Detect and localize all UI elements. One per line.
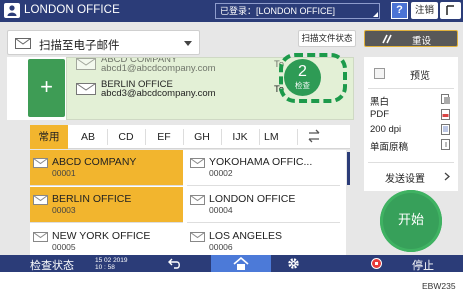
- tab-lm[interactable]: LM: [260, 125, 280, 149]
- destination-count: 2: [298, 63, 307, 80]
- address-name: NEW YORK OFFICE: [52, 230, 151, 242]
- check-status-button[interactable]: 检查状态: [30, 257, 74, 273]
- tab-ab[interactable]: AB: [70, 125, 106, 149]
- home-button[interactable]: [211, 255, 271, 272]
- top-bar: LONDON OFFICE 已登录：[LONDON OFFICE] ? 注销: [0, 0, 463, 22]
- destination-row[interactable]: ABCD COMPANY abcd1@abcdcompany.com To: [67, 58, 297, 74]
- date: 15 02 2019: [95, 257, 128, 264]
- figure-caption: EBW235: [422, 281, 456, 291]
- send-type-label: 扫描至电子邮件: [39, 40, 120, 52]
- gear-icon[interactable]: [287, 257, 300, 270]
- tab-ijk[interactable]: IJK: [222, 125, 258, 149]
- home-icon: [233, 257, 249, 270]
- office-title: LONDON OFFICE: [24, 4, 120, 16]
- address-number: 00003: [52, 205, 76, 215]
- stop-icon[interactable]: [371, 258, 382, 269]
- mail-icon: [190, 195, 205, 205]
- address-entry-yokohama-office[interactable]: YOKOHAMA OFFIC... 00002: [187, 150, 340, 186]
- setting-label: 单面原稿: [370, 142, 409, 153]
- original-type-setting[interactable]: 单面原稿: [370, 138, 454, 153]
- destination-email: abcd3@abcdcompany.com: [101, 88, 216, 99]
- chevron-down-icon: [184, 41, 192, 46]
- address-number: 00001: [52, 168, 76, 178]
- tab-divider: [297, 129, 298, 145]
- address-book-grid: ABCD COMPANY 00001 YOKOHAMA OFFIC... 000…: [30, 150, 346, 258]
- scanner-screen: LONDON OFFICE 已登录：[LONDON OFFICE] ? 注销 扫…: [0, 0, 463, 272]
- chevron-right-icon: [444, 172, 450, 181]
- mail-icon: [76, 83, 96, 95]
- address-name: YOKOHAMA OFFIC...: [209, 156, 313, 168]
- setting-label: PDF: [370, 109, 389, 120]
- address-name: ABCD COMPANY: [52, 156, 137, 168]
- user-icon[interactable]: [4, 3, 20, 18]
- preview-checkbox[interactable]: [374, 68, 385, 79]
- preview-toggle[interactable]: 预览: [367, 62, 455, 85]
- send-settings-label: 发送设置: [385, 174, 425, 185]
- back-arrow-icon[interactable]: [168, 258, 182, 269]
- preview-label: 预览: [410, 71, 430, 82]
- tab-ef[interactable]: EF: [146, 125, 182, 149]
- swap-tabs-icon[interactable]: [307, 129, 321, 144]
- send-settings-button[interactable]: 发送设置: [367, 165, 455, 187]
- resolution-icon: [441, 124, 450, 135]
- setting-label: 200 dpi: [370, 124, 402, 135]
- destination-email: abcd1@abcdcompany.com: [101, 63, 216, 74]
- address-entry-berlin-office[interactable]: BERLIN OFFICE 00003: [30, 187, 183, 223]
- setting-label: 黑白: [370, 97, 390, 108]
- address-entry-abcd-company[interactable]: ABCD COMPANY 00001: [30, 150, 183, 186]
- color-mode-icon: [441, 94, 450, 104]
- bottom-bar: 检查状态 15 02 2019 10 : 58 停止: [0, 255, 463, 272]
- destination-count-button[interactable]: 2 检查: [284, 59, 321, 96]
- corner-marker-icon: [373, 12, 378, 17]
- file-type-setting[interactable]: PDF: [370, 108, 454, 122]
- tab-cd[interactable]: CD: [108, 125, 144, 149]
- address-number: 00006: [209, 242, 233, 252]
- mail-icon: [33, 232, 48, 242]
- destination-row[interactable]: BERLIN OFFICE abcd3@abcdcompany.com To: [67, 80, 297, 99]
- address-name: LONDON OFFICE: [209, 193, 296, 205]
- address-scrollbar[interactable]: [347, 152, 350, 185]
- address-number: 00005: [52, 242, 76, 252]
- divider: [368, 162, 454, 163]
- reset-icon: [382, 34, 392, 44]
- address-name: BERLIN OFFICE: [52, 193, 132, 205]
- address-entry-los-angeles[interactable]: LOS ANGELES 00006: [187, 224, 340, 258]
- tab-frequent[interactable]: 常用: [30, 125, 68, 149]
- stop-button[interactable]: 停止: [412, 257, 434, 273]
- date-time: 15 02 2019 10 : 58: [95, 257, 128, 271]
- add-destination-button[interactable]: +: [28, 59, 65, 117]
- start-button[interactable]: 开始: [380, 190, 442, 252]
- pdf-icon: [441, 109, 450, 120]
- mail-icon: [190, 232, 205, 242]
- mail-icon: [15, 38, 31, 49]
- address-number: 00004: [209, 205, 233, 215]
- single-sided-icon: [441, 139, 450, 150]
- divider: [368, 88, 454, 89]
- mail-icon: [76, 58, 96, 70]
- login-status-text: 已登录：[LONDON OFFICE]: [220, 6, 336, 16]
- scan-file-status-button[interactable]: 扫描文件状态: [298, 30, 356, 47]
- resolution-setting[interactable]: 200 dpi: [370, 123, 454, 137]
- time: 10 : 58: [95, 264, 115, 271]
- return-icon: [446, 5, 454, 15]
- address-name: LOS ANGELES: [209, 230, 282, 242]
- reset-label: 重设: [412, 36, 432, 47]
- help-button[interactable]: ?: [391, 2, 408, 19]
- login-status-field: 已登录：[LONDON OFFICE]: [215, 3, 380, 19]
- destination-check-label: 检查: [295, 81, 310, 90]
- address-entry-new-york-office[interactable]: NEW YORK OFFICE 00005: [30, 224, 183, 258]
- back-button[interactable]: [440, 2, 461, 19]
- mail-icon: [33, 195, 48, 205]
- address-number: 00002: [209, 168, 233, 178]
- send-type-dropdown[interactable]: 扫描至电子邮件: [7, 30, 200, 55]
- logout-button[interactable]: 注销: [411, 2, 438, 19]
- address-book-tabs: 常用 AB CD EF GH IJK LM: [30, 125, 350, 149]
- reset-button[interactable]: 重设: [364, 30, 458, 47]
- color-setting[interactable]: 黑白: [370, 93, 454, 108]
- tab-gh[interactable]: GH: [184, 125, 220, 149]
- mail-icon: [190, 158, 205, 168]
- mail-icon: [33, 158, 48, 168]
- address-entry-london-office[interactable]: LONDON OFFICE 00004: [187, 187, 340, 223]
